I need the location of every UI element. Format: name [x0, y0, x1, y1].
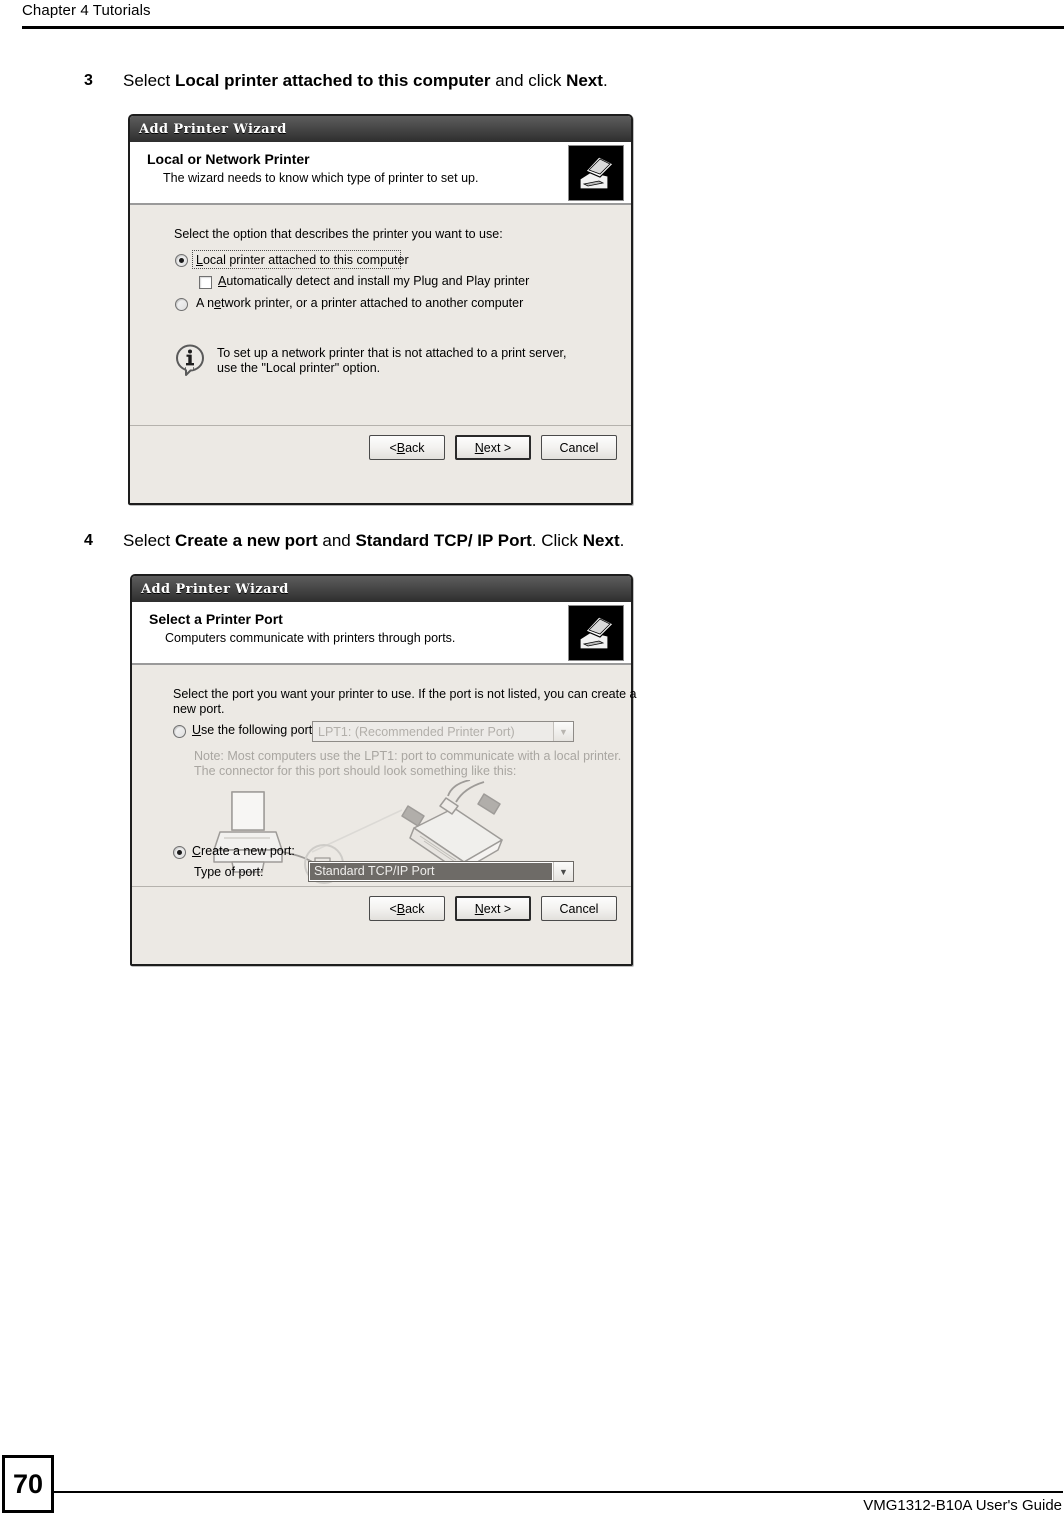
back-button[interactable]: < Back — [369, 435, 445, 460]
step-4-number: 4 — [84, 532, 93, 549]
label-create-new-port-rest: reate a new port: — [201, 844, 295, 858]
checkbox-autodetect-plug-and-play[interactable] — [199, 276, 212, 289]
step-4-seg-4: . Click — [531, 531, 583, 550]
printer-icon — [568, 145, 624, 201]
dialog1-body: Select the option that describes the pri… — [130, 205, 631, 473]
radio-create-new-port[interactable] — [173, 846, 186, 859]
step-4-seg-0: Select — [123, 531, 175, 550]
dialog2-footer: < Back Next > Cancel — [132, 886, 631, 934]
dialog2-title: Add Printer Wizard — [141, 581, 289, 597]
dialog2-button-row: < Back Next > Cancel — [369, 896, 617, 921]
step-3-seg-3: Next — [566, 71, 603, 90]
radio-use-following-port[interactable] — [173, 725, 186, 738]
dialog2-header-band: Select a Printer Port Computers communic… — [132, 602, 631, 665]
step-4-seg-6: . — [619, 531, 625, 550]
radio-network-printer[interactable] — [175, 298, 188, 311]
step-3-seg-2: and click — [490, 71, 567, 90]
label-create-new-port[interactable]: Create a new port: — [192, 844, 295, 858]
label-local-printer[interactable]: Local printer attached to this computer — [196, 253, 409, 267]
type-of-port-value: Standard TCP/IP Port — [310, 863, 552, 880]
label-network-rest: twork printer, or a printer attached to … — [221, 296, 524, 310]
dialog1-info-line-1: To set up a network printer that is not … — [217, 346, 567, 360]
add-printer-wizard-dialog-select-port[interactable]: Add Printer Wizard Select a Printer Port… — [130, 574, 636, 966]
dialog2-header-title: Select a Printer Port — [149, 611, 283, 627]
dialog1-header-band: Local or Network Printer The wizard need… — [130, 142, 631, 205]
dialog1-prompt: Select the option that describes the pri… — [174, 227, 503, 241]
step-4-text: Select Create a new port and Standard TC… — [123, 530, 624, 552]
dialog1-footer: < Back Next > Cancel — [130, 425, 631, 473]
dialog1-titlebar[interactable]: Add Printer Wizard — [130, 116, 631, 142]
step-4-seg-1: Create a new port — [174, 531, 318, 550]
footer-divider — [54, 1491, 1063, 1493]
dialog1-button-row: < Back Next > Cancel — [369, 435, 617, 460]
label-local-printer-rest: ocal printer attached to this computer — [202, 253, 409, 267]
step-3-seg-0: Select — [123, 71, 175, 90]
step-3-number: 3 — [84, 72, 93, 89]
add-printer-wizard-dialog-local-or-network[interactable]: Add Printer Wizard Local or Network Prin… — [128, 114, 633, 505]
dialog1-header-title: Local or Network Printer — [147, 151, 310, 167]
dialog2-prompt-line-2: new port. — [173, 702, 225, 716]
next-button[interactable]: Next > — [455, 896, 531, 921]
dialog2-header-subtitle: Computers communicate with printers thro… — [165, 631, 456, 645]
next-button[interactable]: Next > — [455, 435, 531, 460]
type-of-port-select[interactable]: Standard TCP/IP Port ▼ — [308, 861, 574, 882]
printer-icon — [568, 605, 624, 661]
port-select[interactable]: LPT1: (Recommended Printer Port) ▼ — [312, 721, 574, 742]
page-number: 70 — [2, 1455, 54, 1513]
guide-name-label: VMG1312-B10A User's Guide — [863, 1497, 1062, 1514]
label-autodetect-rest: utomatically detect and install my Plug … — [226, 274, 530, 288]
step-4-seg-5: Next — [582, 531, 620, 550]
cancel-button[interactable]: Cancel — [541, 435, 617, 460]
step-3-seg-4: . — [602, 71, 608, 90]
label-use-following-port-rest: se the following port: — [201, 723, 316, 737]
dialog1-info-line-2: use the "Local printer" option. — [217, 361, 381, 375]
dialog2-prompt-line-1: Select the port you want your printer to… — [173, 687, 637, 701]
step-4-seg-3: Standard TCP/ IP Port — [355, 531, 532, 550]
label-network-printer[interactable]: A network printer, or a printer attached… — [196, 296, 523, 310]
step-4-seg-2: and — [317, 531, 356, 550]
dialog2-note-line-2: The connector for this port should look … — [194, 764, 517, 778]
label-autodetect-plug-and-play[interactable]: Automatically detect and install my Plug… — [218, 274, 529, 288]
cancel-button[interactable]: Cancel — [541, 896, 617, 921]
label-use-following-port[interactable]: Use the following port: — [192, 723, 316, 737]
step-3-seg-1: Local printer attached to this computer — [174, 71, 491, 90]
step-3-text: Select Local printer attached to this co… — [123, 70, 608, 92]
back-button[interactable]: < Back — [369, 896, 445, 921]
radio-local-printer[interactable] — [175, 254, 188, 267]
dialog2-titlebar[interactable]: Add Printer Wizard — [132, 576, 631, 602]
dialog1-title: Add Printer Wizard — [139, 121, 287, 137]
chevron-down-icon[interactable]: ▼ — [553, 862, 573, 881]
dialog1-header-subtitle: The wizard needs to know which type of p… — [163, 171, 479, 185]
info-icon — [175, 344, 205, 376]
page-footer: 70 VMG1312-B10A User's Guide — [0, 1455, 1064, 1525]
port-select-value: LPT1: (Recommended Printer Port) — [318, 724, 515, 739]
dialog2-note-line-1: Note: Most computers use the LPT1: port … — [194, 749, 622, 763]
chevron-down-icon[interactable]: ▼ — [553, 722, 573, 741]
chapter-header-label: Chapter 4 Tutorials — [22, 2, 151, 19]
dialog2-body: Select the port you want your printer to… — [132, 665, 636, 934]
header-divider — [22, 26, 1064, 29]
label-type-of-port: Type of port: — [194, 865, 264, 879]
